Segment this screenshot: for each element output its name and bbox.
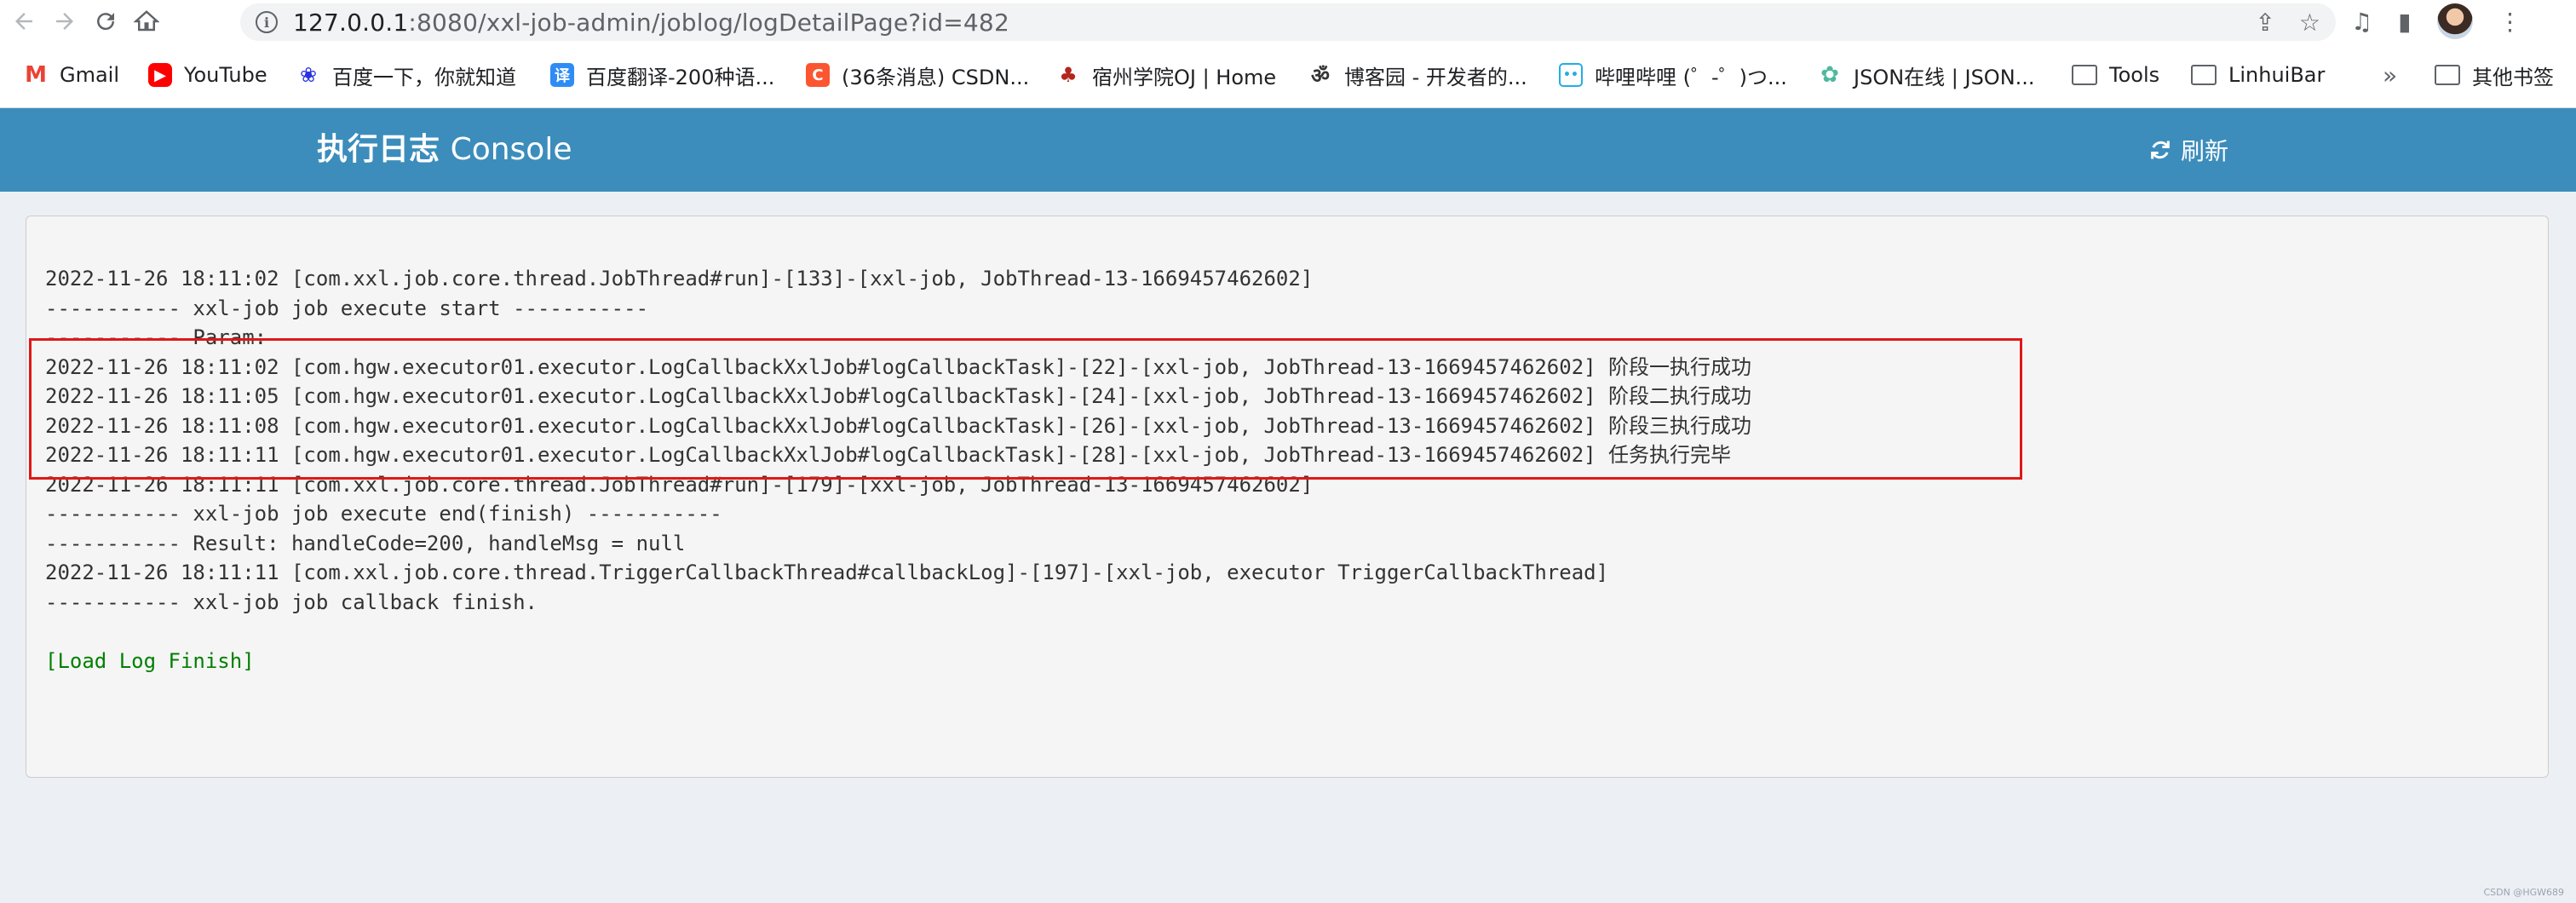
side-panel-icon[interactable]: ▮ bbox=[2398, 8, 2411, 36]
share-icon[interactable]: ⇪ bbox=[2255, 9, 2274, 37]
back-button[interactable] bbox=[7, 4, 41, 38]
log-line: 2022-11-26 18:11:11 [com.xxl.job.core.th… bbox=[45, 561, 1609, 584]
log-line: ----------- xxl-job job execute end(fini… bbox=[45, 502, 722, 526]
csdn-icon: C bbox=[806, 63, 830, 87]
bookmark-cnblogs[interactable]: ॐ 博客园 - 开发者的... bbox=[1308, 58, 1527, 92]
title-en: Console bbox=[450, 132, 572, 167]
bookmarks-bar: M Gmail ▶ YouTube ❀ 百度一下，你就知道 译 百度翻译-200… bbox=[0, 43, 2576, 108]
bookmark-youtube[interactable]: ▶ YouTube bbox=[148, 58, 267, 92]
bookmark-json[interactable]: ✿ JSON在线 | JSON... bbox=[1818, 58, 2035, 92]
page-title: 执行日志 Console bbox=[317, 108, 572, 192]
bookmark-gmail[interactable]: M Gmail bbox=[24, 58, 119, 92]
log-console: 2022-11-26 18:11:02 [com.xxl.job.core.th… bbox=[26, 216, 2549, 778]
watermark: CSDN @HGW689 bbox=[2483, 887, 2564, 898]
bookmark-label: YouTube bbox=[184, 63, 267, 87]
profile-avatar[interactable] bbox=[2436, 3, 2473, 39]
home-icon bbox=[134, 10, 159, 32]
site-info-icon[interactable]: i bbox=[256, 11, 278, 33]
address-bar[interactable]: i 127.0.0.1:8080/xxl-job-admin/joblog/lo… bbox=[240, 3, 2336, 41]
log-line: ----------- xxl-job job execute start --… bbox=[45, 296, 649, 320]
url-host: 127.0.0.1 bbox=[293, 8, 409, 37]
log-line: ----------- xxl-job job callback finish. bbox=[45, 590, 538, 614]
bookmark-label: (36条消息) CSDN... bbox=[842, 65, 1030, 89]
omnibox-actions: ⇪ ☆ bbox=[2255, 3, 2320, 41]
log-line: 2022-11-26 18:11:11 [com.hgw.executor01.… bbox=[45, 443, 1732, 467]
menu-kebab-icon[interactable]: ⋮ bbox=[2498, 8, 2522, 36]
folder-icon bbox=[2191, 65, 2217, 85]
bookmark-bilibili[interactable]: •• 哔哩哔哩 (゜-゜)つ... bbox=[1559, 58, 1787, 92]
refresh-label: 刷新 bbox=[2181, 137, 2229, 165]
bookmark-label: 百度翻译-200种语... bbox=[586, 65, 775, 89]
home-button[interactable] bbox=[129, 4, 164, 38]
bookmark-folder-linhuibar[interactable]: LinhuiBar bbox=[2191, 58, 2325, 92]
log-line: ----------- Result: handleCode=200, hand… bbox=[45, 531, 686, 555]
log-line: 2022-11-26 18:11:02 [com.xxl.job.core.th… bbox=[45, 267, 1314, 290]
bookmark-csdn[interactable]: C (36条消息) CSDN... bbox=[806, 58, 1029, 92]
page-header: 执行日志 Console 刷新 bbox=[0, 108, 2576, 192]
oj-icon: ♣ bbox=[1056, 63, 1080, 87]
bookmark-oj[interactable]: ♣ 宿州学院OJ | Home bbox=[1056, 58, 1276, 92]
refresh-icon bbox=[2151, 141, 2170, 159]
bookmark-label: 百度一下，你就知道 bbox=[332, 65, 516, 89]
reload-button[interactable] bbox=[89, 4, 123, 38]
bookmark-star-icon[interactable]: ☆ bbox=[2299, 9, 2320, 37]
arrow-right-icon bbox=[56, 13, 73, 30]
bilibili-icon: •• bbox=[1559, 63, 1583, 87]
cnblogs-icon: ॐ bbox=[1308, 63, 1332, 88]
bookmark-folder-other[interactable]: 其他书签 bbox=[2435, 58, 2554, 92]
load-log-finish: [Load Log Finish] bbox=[45, 648, 255, 673]
arrow-left-icon bbox=[15, 13, 32, 30]
reload-icon bbox=[97, 13, 115, 31]
json-icon: ✿ bbox=[1818, 62, 1842, 88]
log-line: ----------- Param: bbox=[45, 325, 267, 349]
media-control-icon[interactable]: ♫ bbox=[2351, 8, 2372, 36]
bookmark-label: LinhuiBar bbox=[2228, 63, 2326, 87]
log-line: 2022-11-26 18:11:05 [com.hgw.executor01.… bbox=[45, 384, 1752, 408]
log-line: 2022-11-26 18:11:08 [com.hgw.executor01.… bbox=[45, 413, 1752, 438]
bookmarks-overflow-icon[interactable]: » bbox=[2383, 61, 2397, 89]
bookmark-label: JSON在线 | JSON... bbox=[1854, 65, 2035, 89]
log-blank-line bbox=[45, 617, 1751, 647]
refresh-button[interactable]: 刷新 bbox=[2148, 108, 2228, 192]
youtube-icon: ▶ bbox=[148, 63, 172, 87]
bookmark-label: 宿州学院OJ | Home bbox=[1092, 65, 1277, 89]
log-output: 2022-11-26 18:11:02 [com.xxl.job.core.th… bbox=[45, 264, 1751, 676]
log-line: 2022-11-26 18:11:02 [com.hgw.executor01.… bbox=[45, 354, 1752, 379]
gmail-icon: M bbox=[24, 62, 48, 88]
bookmark-label: 博客园 - 开发者的... bbox=[1344, 65, 1527, 89]
bookmark-label: 哔哩哔哩 (゜-゜)つ... bbox=[1595, 65, 1787, 89]
browser-actions: ♫ ▮ ⋮ bbox=[2351, 0, 2522, 43]
baidu-icon: ❀ bbox=[296, 63, 320, 87]
browser-toolbar: i 127.0.0.1:8080/xxl-job-admin/joblog/lo… bbox=[0, 0, 2576, 43]
bookmark-folder-tools[interactable]: Tools bbox=[2072, 58, 2159, 92]
bookmark-label: Gmail bbox=[60, 63, 120, 87]
bookmark-fanyi[interactable]: 译 百度翻译-200种语... bbox=[550, 58, 774, 92]
title-cn: 执行日志 bbox=[317, 132, 440, 167]
bookmark-label: Tools bbox=[2109, 63, 2160, 87]
folder-icon bbox=[2435, 65, 2460, 85]
url-text[interactable]: 127.0.0.1:8080/xxl-job-admin/joblog/logD… bbox=[293, 9, 1009, 37]
bookmark-baidu[interactable]: ❀ 百度一下，你就知道 bbox=[296, 58, 516, 92]
url-path: :8080/xxl-job-admin/joblog/logDetailPage… bbox=[408, 8, 1009, 37]
forward-button[interactable] bbox=[48, 4, 82, 38]
bookmark-label: 其他书签 bbox=[2472, 65, 2554, 89]
fanyi-icon: 译 bbox=[550, 63, 574, 87]
folder-icon bbox=[2072, 65, 2097, 85]
log-line: 2022-11-26 18:11:11 [com.xxl.job.core.th… bbox=[45, 472, 1314, 497]
